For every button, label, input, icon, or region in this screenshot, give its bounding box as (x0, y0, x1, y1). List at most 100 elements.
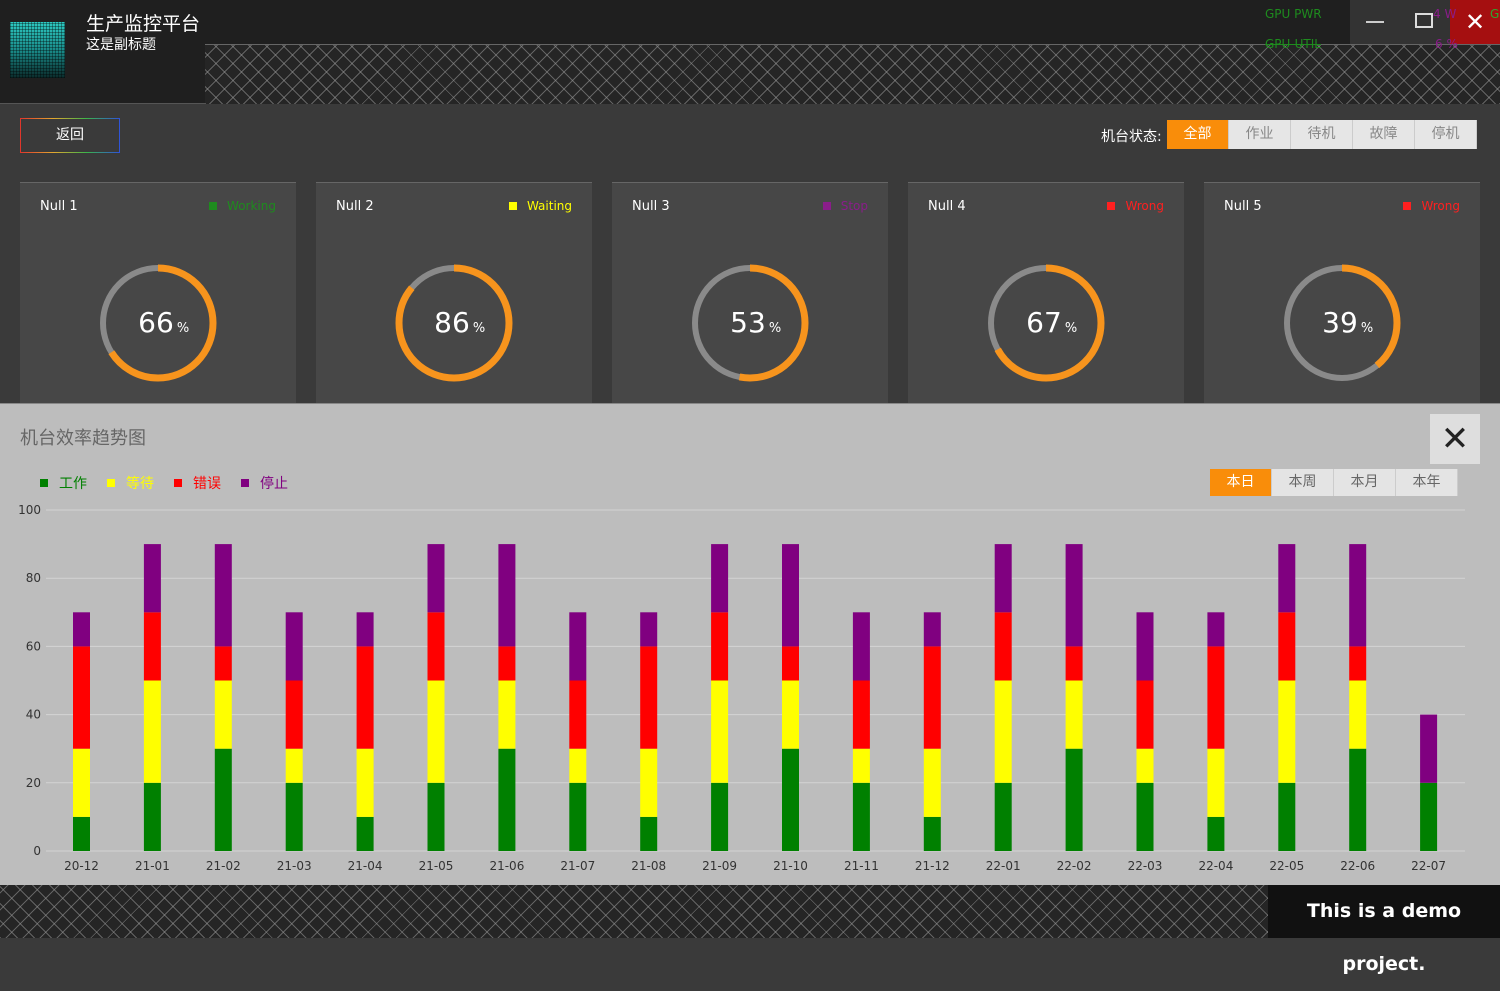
bar-segment[interactable] (782, 544, 799, 647)
machine-card[interactable]: Null 5 Wrong 39% (1204, 182, 1480, 404)
machine-card[interactable]: Null 2 Waiting 86% (316, 182, 592, 404)
bar-segment[interactable] (1065, 646, 1083, 681)
bar-segment[interactable] (214, 646, 232, 681)
bar-segment[interactable] (1278, 612, 1296, 681)
bar-segment[interactable] (1420, 714, 1438, 783)
bar-segment[interactable] (852, 782, 870, 851)
bar-segment[interactable] (356, 816, 374, 851)
bar-segment[interactable] (1349, 646, 1367, 681)
bar-segment[interactable] (569, 782, 587, 851)
bar-segment[interactable] (994, 680, 1012, 783)
bar-segment[interactable] (356, 748, 374, 817)
bar-segment[interactable] (214, 680, 232, 749)
bar-segment[interactable] (356, 612, 374, 647)
bar-segment[interactable] (73, 748, 90, 817)
machine-status: Stop (822, 199, 868, 213)
machine-status: Waiting (508, 199, 572, 213)
minimize-button[interactable] (1350, 0, 1400, 44)
machine-status-text: Stop (840, 199, 868, 213)
bar-segment[interactable] (640, 646, 658, 749)
bar-segment[interactable] (782, 646, 799, 681)
bar-segment[interactable] (1136, 612, 1154, 681)
bar-segment[interactable] (1349, 680, 1367, 749)
bar-segment[interactable] (923, 612, 941, 647)
bar-segment[interactable] (1065, 544, 1083, 647)
bar-segment[interactable] (498, 748, 516, 851)
bar-segment[interactable] (214, 748, 232, 851)
status-filter-working[interactable]: 作业 (1229, 120, 1291, 149)
bar-segment[interactable] (994, 544, 1012, 613)
bar-segment[interactable] (214, 544, 232, 647)
machine-card[interactable]: Null 1 Working 66% (20, 182, 296, 404)
bar-segment[interactable] (143, 544, 161, 613)
x-tick-label: 22-05 (1269, 859, 1304, 873)
bar-segment[interactable] (923, 646, 941, 749)
bar-segment[interactable] (498, 544, 516, 647)
status-filter-standby[interactable]: 待机 (1291, 120, 1353, 149)
bar-segment[interactable] (569, 680, 587, 749)
bar-segment[interactable] (994, 782, 1012, 851)
status-filter-fault[interactable]: 故障 (1353, 120, 1415, 149)
bar-segment[interactable] (852, 612, 870, 681)
bar-segment[interactable] (640, 816, 658, 851)
bar-segment[interactable] (73, 612, 90, 647)
progress-ring: 66% (99, 264, 217, 382)
bar-segment[interactable] (711, 782, 729, 851)
bar-segment[interactable] (1420, 782, 1438, 851)
back-button[interactable]: 返回 (20, 118, 120, 153)
bar-segment[interactable] (994, 612, 1012, 681)
bar-segment[interactable] (427, 544, 445, 613)
bar-segment[interactable] (1136, 748, 1154, 783)
status-filter-stopped[interactable]: 停机 (1415, 120, 1477, 149)
bar-segment[interactable] (427, 612, 445, 681)
bar-segment[interactable] (923, 816, 941, 851)
bar-segment[interactable] (1207, 646, 1225, 749)
bar-segment[interactable] (1278, 680, 1296, 783)
machine-card[interactable]: Null 4 Wrong 67% (908, 182, 1184, 404)
bar-segment[interactable] (143, 680, 161, 783)
bar-segment[interactable] (1278, 544, 1296, 613)
gpu-extra-label: G (1490, 7, 1500, 21)
bar-segment[interactable] (73, 816, 90, 851)
status-filter-all[interactable]: 全部 (1167, 120, 1229, 149)
bar-segment[interactable] (782, 680, 799, 749)
bar-segment[interactable] (1349, 544, 1367, 647)
bar-segment[interactable] (143, 612, 161, 681)
bar-segment[interactable] (640, 748, 658, 817)
bar-segment[interactable] (73, 646, 90, 749)
bar-segment[interactable] (569, 612, 587, 681)
bar-segment[interactable] (285, 748, 303, 783)
machine-card[interactable]: Null 3 Stop 53% (612, 182, 888, 404)
bar-segment[interactable] (498, 646, 516, 681)
bar-segment[interactable] (711, 680, 729, 783)
bar-segment[interactable] (852, 680, 870, 749)
bar-segment[interactable] (640, 612, 658, 647)
bar-segment[interactable] (285, 782, 303, 851)
bar-segment[interactable] (356, 646, 374, 749)
bar-segment[interactable] (285, 680, 303, 749)
bar-segment[interactable] (427, 782, 445, 851)
bar-segment[interactable] (1349, 748, 1367, 851)
bar-segment[interactable] (1207, 748, 1225, 817)
progress-ring: 39% (1283, 264, 1401, 382)
status-square-icon (822, 202, 831, 210)
bar-segment[interactable] (711, 612, 729, 681)
bar-segment[interactable] (1207, 816, 1225, 851)
bar-segment[interactable] (143, 782, 161, 851)
bar-segment[interactable] (569, 748, 587, 783)
bar-segment[interactable] (498, 680, 516, 749)
efficiency-trend-panel: 机台效率趋势图 ✕ 工作 等待 错误 停止 本日 本周 本月 本年 0 20 40 6… (0, 403, 1500, 886)
machine-status-text: Waiting (526, 199, 572, 213)
bar-segment[interactable] (1207, 612, 1225, 647)
bar-segment[interactable] (1136, 680, 1154, 749)
bar-segment[interactable] (1065, 748, 1083, 851)
bar-segment[interactable] (1065, 680, 1083, 749)
bar-segment[interactable] (1136, 782, 1154, 851)
bar-segment[interactable] (923, 748, 941, 817)
bar-segment[interactable] (782, 748, 799, 851)
bar-segment[interactable] (285, 612, 303, 681)
bar-segment[interactable] (1278, 782, 1296, 851)
bar-segment[interactable] (427, 680, 445, 783)
bar-segment[interactable] (711, 544, 729, 613)
bar-segment[interactable] (852, 748, 870, 783)
